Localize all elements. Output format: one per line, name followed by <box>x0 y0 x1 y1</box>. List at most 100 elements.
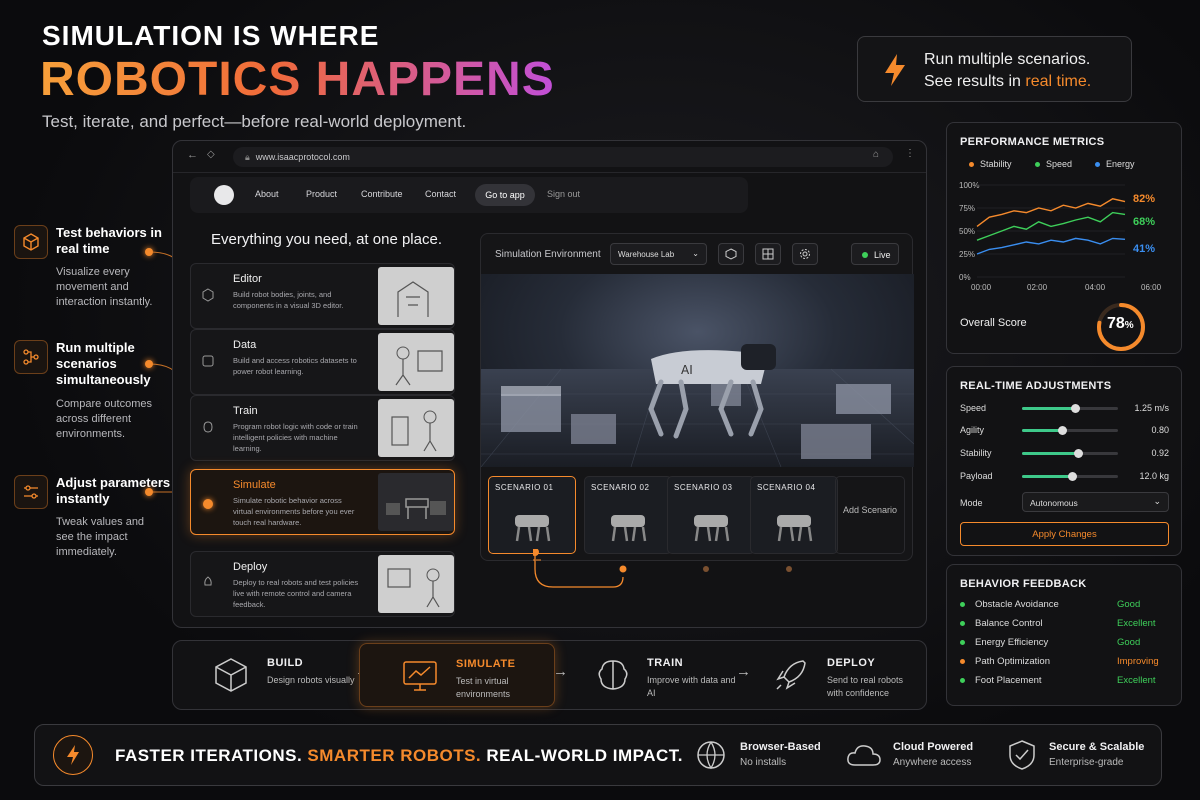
cloud-icon <box>847 745 881 766</box>
nav-contact[interactable]: Contact <box>425 189 456 199</box>
callout-box: Run multiple scenarios. See results in r… <box>857 36 1132 102</box>
robot-thumbnail <box>611 515 647 542</box>
overall-score-label: Overall Score <box>960 317 1027 329</box>
simulation-viewport[interactable]: AI <box>481 274 914 467</box>
slider-label: Payload <box>960 471 993 481</box>
robot-thumbnail <box>777 515 813 542</box>
feedback-row-value: Good <box>1117 637 1141 648</box>
back-icon[interactable]: ← <box>187 149 198 161</box>
step-name: DEPLOY <box>827 657 876 669</box>
add-scenario-button[interactable]: Add Scenario <box>835 476 905 554</box>
status-dot <box>960 677 965 683</box>
card-data[interactable]: Data Build and access robotics datasets … <box>190 329 455 395</box>
card-editor[interactable]: Editor Build robot bodies, joints, and c… <box>190 263 455 329</box>
behavior-feedback-panel: BEHAVIOR FEEDBACK Obstacle Avoidance Good… <box>946 564 1182 706</box>
speed-slider[interactable] <box>1022 404 1118 413</box>
slider-knob[interactable] <box>1070 404 1080 413</box>
card-simulate[interactable]: Simulate Simulate robotic behavior acros… <box>190 469 455 535</box>
chevron-down-icon: ⌄ <box>692 249 699 258</box>
step-desc: Design robots visually <box>267 675 355 685</box>
slider-value: 0.80 <box>1151 425 1169 435</box>
train-sketch-image <box>378 399 454 457</box>
nav-contribute[interactable]: Contribute <box>361 189 403 199</box>
mode-value: Autonomous <box>1030 498 1078 508</box>
url-bar[interactable]: 🔒︎ www.isaacprotocol.com <box>233 147 893 167</box>
settings-button[interactable] <box>792 243 818 265</box>
sim-label: Simulation Environment <box>495 249 601 260</box>
feature-title: Browser-Based <box>740 741 821 753</box>
menu-dots-icon[interactable]: ⋮ <box>905 148 915 159</box>
step-build[interactable]: BUILD Design robots visually <box>213 641 363 709</box>
rocket-icon <box>204 576 212 586</box>
step-deploy[interactable]: DEPLOY Send to real robots with confiden… <box>773 641 923 709</box>
hero-subtitle: Test, iterate, and perfect—before real-w… <box>42 112 467 131</box>
extension-icon[interactable]: ⌂ <box>873 149 879 160</box>
card-desc: Simulate robotic behavior across virtual… <box>233 496 355 527</box>
site-navbar: About Product Contribute Contact Go to a… <box>190 177 748 213</box>
scenario-01[interactable]: SCENARIO 01 <box>488 476 576 554</box>
feedback-row-label: Balance Control <box>960 618 1043 629</box>
grid-icon <box>762 248 774 260</box>
go-to-app-button[interactable]: Go to app <box>475 184 535 206</box>
energy-end-label: 41% <box>1133 243 1156 255</box>
slider-knob[interactable] <box>1058 426 1068 435</box>
stability-slider[interactable] <box>1022 449 1118 458</box>
feedback-row-value: Excellent <box>1117 675 1156 686</box>
callout-highlight: real time. <box>1025 73 1092 90</box>
database-icon <box>202 355 214 367</box>
cube-view-button[interactable] <box>718 243 744 265</box>
panel-title: REAL-TIME ADJUSTMENTS <box>960 380 1112 392</box>
step-name: BUILD <box>267 657 304 669</box>
step-train[interactable]: TRAIN Improve with data and AI <box>595 641 745 709</box>
card-desc: Program robot logic with code or train i… <box>233 422 358 453</box>
lightning-icon <box>882 53 908 92</box>
nav-about[interactable]: About <box>255 189 279 199</box>
nav-product[interactable]: Product <box>306 189 337 199</box>
card-deploy[interactable]: Deploy Deploy to real robots and test po… <box>190 551 455 617</box>
slider-value: 0.92 <box>1151 448 1169 458</box>
robot-mark: AI <box>681 363 693 377</box>
robot-thumbnail <box>694 515 730 542</box>
sign-out-link[interactable]: Sign out <box>547 189 580 199</box>
step-desc: Test in virtual environments <box>456 676 511 699</box>
brain-icon <box>598 660 628 690</box>
card-train[interactable]: Train Program robot logic with code or t… <box>190 395 455 461</box>
simulate-scene-image <box>378 473 454 531</box>
shield-check-icon <box>1009 740 1035 770</box>
grid-view-button[interactable] <box>755 243 781 265</box>
scenario-04[interactable]: SCENARIO 04 <box>750 476 838 554</box>
scenario-02[interactable]: SCENARIO 02 <box>584 476 672 554</box>
hero-title-line2: ROBOTICS HAPPENS <box>40 53 555 106</box>
mode-select[interactable]: Autonomous ⌄ <box>1022 492 1169 512</box>
feedback-row-value: Good <box>1117 599 1141 610</box>
data-sketch-image <box>378 333 454 391</box>
callout-line2: See results in <box>924 73 1026 90</box>
card-title: Editor <box>233 273 262 285</box>
feature-sub: Anywhere access <box>893 757 972 768</box>
environment-value: Warehouse Lab <box>618 250 675 259</box>
slider-knob[interactable] <box>1067 472 1077 481</box>
sliders-icon <box>14 475 48 509</box>
workflow-pipeline: BUILD Design robots visually → SIMULATE … <box>172 640 927 710</box>
feedback-row-label: Path Optimization <box>960 656 1050 667</box>
step-simulate[interactable]: SIMULATE Test in virtual environments <box>359 643 555 707</box>
globe-icon <box>697 741 725 770</box>
overall-score-value: 78% <box>1107 315 1134 332</box>
site-logo-icon[interactable] <box>214 185 234 205</box>
payload-slider[interactable] <box>1022 472 1118 481</box>
agility-slider[interactable] <box>1022 426 1118 435</box>
cube-icon <box>14 225 48 259</box>
feedback-row-value: Excellent <box>1117 618 1156 629</box>
slider-knob[interactable] <box>1073 449 1083 458</box>
feedback-row-label: Foot Placement <box>960 675 1042 686</box>
slider-value: 1.25 m/s <box>1134 403 1169 413</box>
scenario-03[interactable]: SCENARIO 03 <box>667 476 755 554</box>
card-title: Deploy <box>233 561 268 573</box>
environment-select[interactable]: Warehouse Lab ⌄ <box>610 243 707 265</box>
status-dot <box>960 639 965 645</box>
card-title: Simulate <box>233 479 276 491</box>
live-badge[interactable]: Live <box>851 243 899 265</box>
forward-icon[interactable]: ◇ <box>207 149 215 160</box>
robot-thumbnail <box>515 515 551 542</box>
apply-changes-button[interactable]: Apply Changes <box>960 522 1169 546</box>
